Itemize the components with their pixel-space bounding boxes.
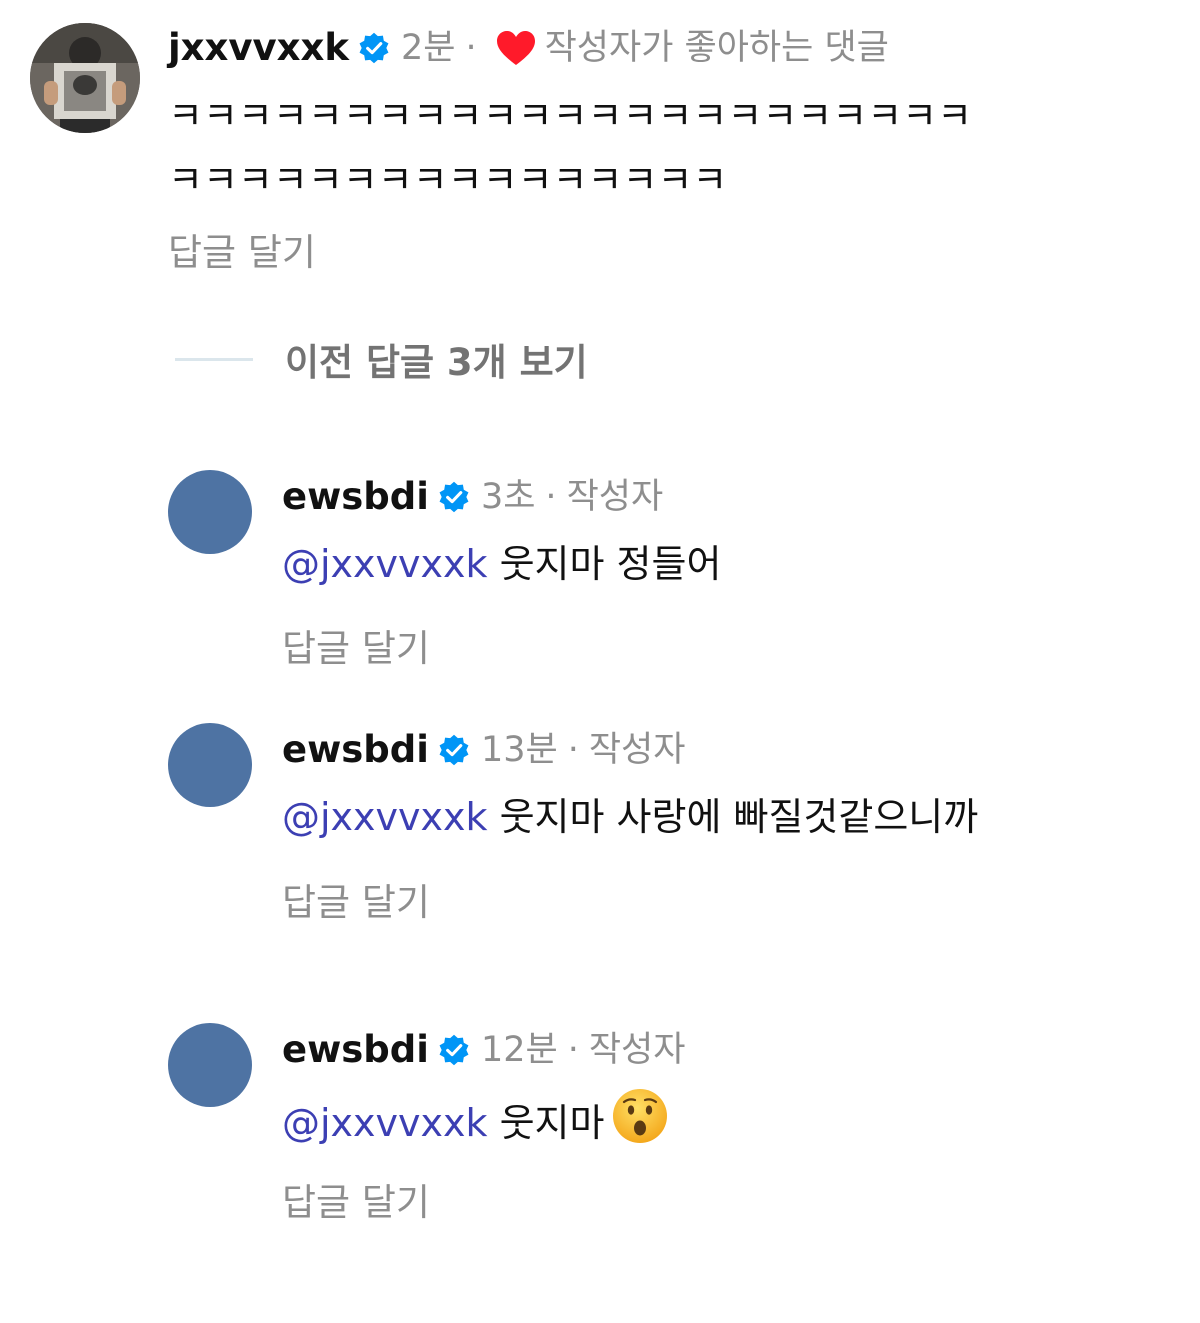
reply-button[interactable]: 답글 달기: [168, 222, 316, 276]
reply-button[interactable]: 답글 달기: [282, 618, 430, 672]
reply-text: @jxxvvxxk 웃지마 사랑에 빠질것같으니까: [282, 785, 978, 849]
comment-text: ㅋㅋㅋㅋㅋㅋㅋㅋㅋㅋㅋㅋㅋㅋㅋㅋㅋㅋㅋㅋㅋㅋㅋ ㅋㅋㅋㅋㅋㅋㅋㅋㅋㅋㅋㅋㅋㅋㅋㅋ: [168, 84, 972, 212]
username[interactable]: ewsbdi: [282, 1025, 429, 1075]
comment-text-line-2: ㅋㅋㅋㅋㅋㅋㅋㅋㅋㅋㅋㅋㅋㅋㅋㅋ: [168, 158, 728, 202]
reply-message: 웃지마 사랑에 빠질것같으니까: [487, 795, 979, 839]
heart-icon: [495, 29, 537, 67]
reply-message: 웃지마: [487, 1101, 605, 1145]
verified-badge-icon: [437, 1033, 471, 1067]
mention-link[interactable]: @jxxvvxxk: [282, 1101, 488, 1145]
liked-by-author-label: 작성자가 좋아하는 댓글: [544, 28, 889, 68]
reply-message: 웃지마 정들어: [487, 542, 722, 586]
reply-button[interactable]: 답글 달기: [282, 872, 430, 926]
separator-dot: ·: [567, 730, 579, 770]
mention-link[interactable]: @jxxvvxxk: [282, 542, 488, 586]
reply-header: ewsbdi 12분 · 작성자: [282, 1025, 685, 1075]
comment-time: 2분: [401, 28, 456, 68]
username[interactable]: jxxvvxxk: [168, 23, 349, 73]
reply-header: ewsbdi 13분 · 작성자: [282, 725, 685, 775]
separator-dot: ·: [567, 1030, 579, 1070]
verified-badge-icon: [437, 733, 471, 767]
username[interactable]: ewsbdi: [282, 725, 429, 775]
thread-line: [175, 357, 253, 361]
reply-time: 12분: [480, 1030, 558, 1070]
view-previous-replies-button[interactable]: 이전 답글 3개 보기: [175, 332, 588, 386]
author-label: 작성자: [588, 730, 686, 770]
avatar[interactable]: [168, 723, 252, 807]
reply-text: @jxxvvxxk 웃지마 정들어: [282, 532, 721, 596]
separator-dot: ·: [545, 477, 557, 517]
reply-time: 3초: [480, 477, 536, 517]
avatar[interactable]: [30, 23, 140, 133]
separator-dot: ·: [465, 28, 477, 68]
verified-badge-icon: [437, 480, 471, 514]
author-label: 작성자: [588, 1030, 686, 1070]
mention-link[interactable]: @jxxvvxxk: [282, 795, 488, 839]
reply-header: ewsbdi 3초 · 작성자: [282, 472, 663, 522]
view-previous-replies-label: 이전 답글 3개 보기: [285, 341, 588, 384]
reply-text: @jxxvvxxk 웃지마: [282, 1086, 670, 1155]
profile-photo-icon: [30, 23, 140, 133]
avatar[interactable]: [168, 1023, 252, 1107]
reply-button[interactable]: 답글 달기: [282, 1172, 430, 1226]
hushed-face-emoji-icon: [610, 1086, 670, 1146]
username[interactable]: ewsbdi: [282, 472, 429, 522]
author-label: 작성자: [566, 477, 664, 517]
comment-text-line-1: ㅋㅋㅋㅋㅋㅋㅋㅋㅋㅋㅋㅋㅋㅋㅋㅋㅋㅋㅋㅋㅋㅋㅋ: [168, 94, 973, 138]
avatar[interactable]: [168, 470, 252, 554]
comment-header: jxxvvxxk 2분 · 작성자가 좋아하는 댓글: [168, 23, 889, 73]
reply-time: 13분: [480, 730, 558, 770]
verified-badge-icon: [357, 31, 391, 65]
